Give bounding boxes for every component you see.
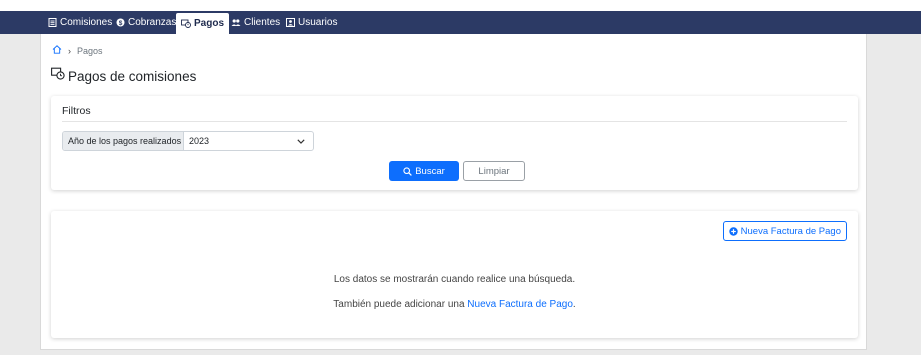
nav-label: Cobranzas: [128, 17, 177, 28]
empty-message: Los datos se mostrarán cuando realice un…: [333, 274, 576, 285]
new-invoice-label: Nueva Factura de Pago: [740, 225, 841, 237]
home-icon[interactable]: [52, 45, 62, 56]
year-filter-label: Año de los pagos realizados: [63, 132, 184, 150]
plus-circle-icon: [728, 226, 738, 236]
results-card: Nueva Factura de Pago Los datos se mostr…: [51, 211, 858, 338]
chevron-right-icon: ›: [68, 45, 71, 56]
new-invoice-button[interactable]: Nueva Factura de Pago: [722, 221, 847, 241]
filters-card: Filtros Año de los pagos realizados 2023…: [51, 96, 858, 190]
nav-item-usuarios[interactable]: Usuarios: [286, 11, 337, 34]
hint-suffix: .: [572, 299, 576, 310]
filters-divider: [62, 121, 847, 122]
page-title: Pagos de comisiones: [68, 68, 197, 84]
nav-label: Usuarios: [298, 17, 338, 28]
nav-label: Comisiones: [60, 17, 113, 28]
search-icon: [403, 166, 413, 176]
main-navbar: Comisiones $ Cobranzas Pagos Clientes Us…: [0, 11, 921, 34]
nav-item-clientes[interactable]: Clientes: [231, 11, 280, 34]
add-invoice-hint: También puede adicionar una Nueva Factur…: [51, 299, 858, 310]
search-button[interactable]: Buscar: [389, 161, 459, 181]
nav-item-cobranzas[interactable]: $ Cobranzas: [116, 11, 176, 34]
payment-clock-icon: [51, 67, 65, 85]
year-filter: Año de los pagos realizados 2023: [62, 131, 314, 151]
svg-text:$: $: [119, 20, 123, 27]
year-select-value: 2023: [189, 136, 210, 146]
breadcrumb: › Pagos: [52, 45, 103, 56]
page-container: › Pagos Pagos de comisiones Filtros Año …: [40, 34, 867, 350]
user-card-icon: [286, 18, 295, 27]
top-strip: [0, 0, 921, 11]
clear-button[interactable]: Limpiar: [463, 161, 525, 181]
chevron-down-icon: [297, 136, 305, 146]
year-select[interactable]: 2023: [184, 132, 313, 150]
nav-label: Clientes: [244, 17, 281, 28]
breadcrumb-current: Pagos: [77, 45, 103, 56]
filters-title: Filtros: [62, 105, 91, 117]
new-invoice-link[interactable]: Nueva Factura de Pago: [467, 299, 573, 310]
payment-clock-icon: [181, 19, 191, 28]
dollar-circle-icon: $: [116, 18, 125, 27]
nav-item-pagos[interactable]: Pagos: [176, 13, 230, 34]
hint-prefix: También puede adicionar una: [333, 299, 468, 310]
page-header: Pagos de comisiones: [51, 67, 196, 85]
document-list-icon: [48, 18, 57, 27]
nav-item-comisiones[interactable]: Comisiones: [48, 11, 112, 34]
people-icon: [231, 18, 241, 27]
search-button-label: Buscar: [415, 165, 445, 177]
nav-label: Pagos: [194, 18, 225, 29]
